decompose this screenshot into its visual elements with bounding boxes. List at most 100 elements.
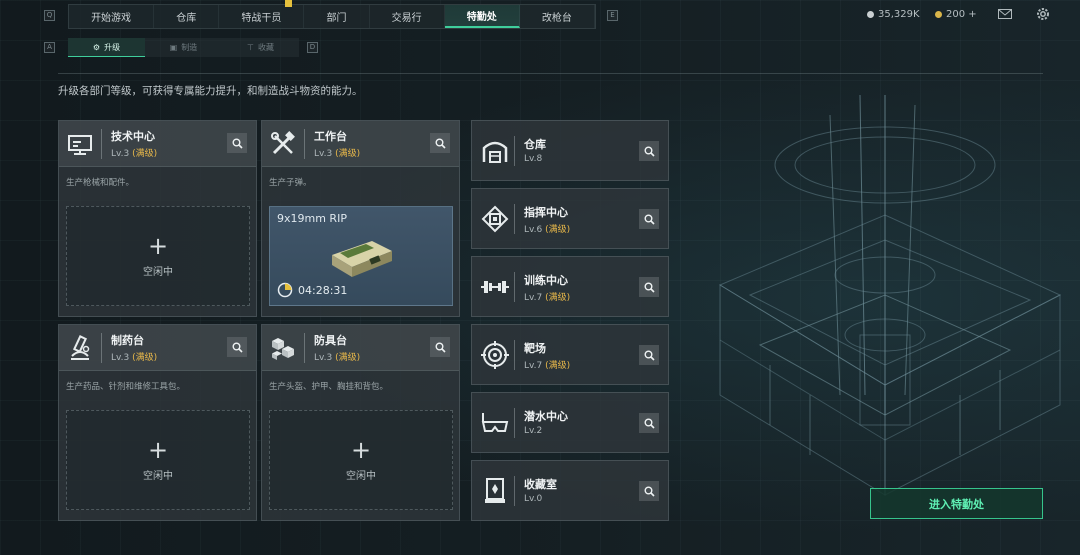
search-icon (644, 146, 655, 157)
dept-diving-center[interactable]: 潜水中心 Lv.2 (471, 392, 669, 453)
tab-start-game[interactable]: 开始游戏 (69, 5, 155, 28)
command-center-icon (481, 205, 509, 233)
subtab-label: 升级 (104, 42, 121, 52)
dept-level: Lv.6 (满级) (524, 222, 570, 235)
card-description: 生产子弹。 (269, 178, 312, 188)
shooting-range-icon (481, 341, 509, 369)
subnav-left-key-hint: A (44, 42, 55, 53)
card-level: Lv.3 (满级) (111, 146, 157, 159)
gear-icon[interactable] (1035, 6, 1051, 22)
dept-title: 仓库 (524, 138, 546, 151)
inspect-button[interactable] (227, 337, 247, 357)
tab-operators[interactable]: 特战干员 (219, 5, 305, 28)
level-value: Lv.3 (314, 353, 333, 363)
subtab-label: 制造 (181, 43, 198, 52)
dept-level: Lv.8 (524, 154, 542, 164)
diving-center-icon (481, 413, 509, 432)
header-separator (514, 136, 515, 166)
card-level: Lv.3 (满级) (314, 350, 360, 363)
silver-currency: 35,329K (867, 9, 920, 20)
inspect-button[interactable] (430, 133, 450, 153)
card-level: Lv.3 (满级) (111, 350, 157, 363)
ammo-box-icon (332, 241, 392, 277)
max-level-tag: (满级) (132, 353, 158, 363)
search-icon (232, 342, 243, 353)
header-separator (514, 476, 515, 506)
dept-warehouse[interactable]: 仓库 Lv.8 (471, 120, 669, 181)
crafting-item-name: 9x19mm RIP (277, 212, 347, 225)
idle-production-slot[interactable]: + 空闲中 (66, 206, 250, 306)
card-workbench[interactable]: 工作台 Lv.3 (满级) 生产子弹。 9x19mm RIP 04:28:31 (261, 120, 460, 317)
inspect-button[interactable] (639, 481, 659, 501)
upgrade-icon: ⚙ (92, 42, 101, 52)
silver-amount: 35,329K (878, 9, 920, 20)
card-title: 制药台 (111, 334, 144, 347)
craft-icon: ▣ (169, 43, 178, 52)
idle-production-slot[interactable]: + 空闲中 (66, 410, 250, 510)
header-separator (101, 333, 102, 363)
dept-collection-room[interactable]: 收藏室 Lv.0 (471, 460, 669, 521)
dept-title: 指挥中心 (524, 206, 568, 219)
inspect-button[interactable] (639, 209, 659, 229)
dept-training-center[interactable]: 训练中心 Lv.7 (满级) (471, 256, 669, 317)
mail-icon[interactable] (998, 9, 1012, 19)
search-icon (435, 138, 446, 149)
tab-warehouse[interactable]: 仓库 (154, 5, 220, 28)
nav-left-key-hint: Q (44, 10, 55, 21)
subtab-craft[interactable]: ▣ 制造 (145, 38, 222, 57)
plus-icon: + (350, 435, 372, 464)
search-icon (644, 282, 655, 293)
dept-level: Lv.7 (满级) (524, 290, 570, 303)
dept-title: 潜水中心 (524, 410, 568, 423)
inspect-button[interactable] (639, 345, 659, 365)
level-value: Lv.2 (524, 426, 543, 436)
card-header: 技术中心 Lv.3 (满级) (59, 121, 256, 167)
header-separator (514, 408, 515, 438)
level-value: Lv.6 (524, 225, 543, 235)
max-level-tag: (满级) (132, 149, 158, 159)
timer-icon (277, 282, 293, 298)
search-icon (644, 418, 655, 429)
inspect-button[interactable] (639, 413, 659, 433)
notification-marker (285, 0, 292, 7)
card-tech-center[interactable]: 技术中心 Lv.3 (满级) 生产枪械和配件。 + 空闲中 (58, 120, 257, 317)
sub-tabs: ⚙ 升级 ▣ 制造 ⊤ 收藏 (68, 38, 300, 57)
dept-shooting-range[interactable]: 靶场 Lv.7 (满级) (471, 324, 669, 385)
inspect-button[interactable] (227, 133, 247, 153)
idle-status: 空闲中 (143, 470, 173, 482)
card-armor-bench[interactable]: 防具台 Lv.3 (满级) 生产头盔、护甲、胸挂和背包。 + 空闲中 (261, 324, 460, 521)
active-production-slot[interactable]: 9x19mm RIP 04:28:31 (269, 206, 453, 306)
hq-wireframe-illustration (718, 95, 1062, 496)
training-center-icon (481, 281, 509, 293)
tab-special-ops[interactable]: 特勤处 (444, 5, 520, 28)
armor-bench-icon (272, 338, 294, 360)
inspect-button[interactable] (430, 337, 450, 357)
subtab-upgrade[interactable]: ⚙ 升级 (68, 38, 145, 57)
idle-status: 空闲中 (143, 266, 173, 278)
subtab-collection[interactable]: ⊤ 收藏 (222, 38, 299, 57)
tab-departments[interactable]: 部门 (304, 5, 370, 28)
level-value: Lv.3 (314, 149, 333, 159)
plus-icon: + (147, 231, 169, 260)
dept-command-center[interactable]: 指挥中心 Lv.6 (满级) (471, 188, 669, 249)
inspect-button[interactable] (639, 277, 659, 297)
card-pharmacy[interactable]: 制药台 Lv.3 (满级) 生产药品、针剂和维修工具包。 + 空闲中 (58, 324, 257, 521)
idle-production-slot[interactable]: + 空闲中 (269, 410, 453, 510)
card-title: 工作台 (314, 130, 347, 143)
enter-special-ops-button[interactable]: 进入特勤处 (870, 488, 1043, 519)
max-level-tag: (满级) (545, 225, 571, 235)
gold-currency[interactable]: 200 + (935, 9, 977, 20)
subnav-right-key-hint: D (307, 42, 318, 53)
search-icon (644, 214, 655, 225)
level-value: Lv.7 (524, 361, 543, 371)
card-title: 技术中心 (111, 130, 155, 143)
search-icon (232, 138, 243, 149)
card-description: 生产药品、针剂和维修工具包。 (66, 382, 186, 392)
tab-gunsmith[interactable]: 改枪台 (520, 5, 595, 28)
intro-text: 升级各部门等级，可获得专属能力提升，和制造战斗物资的能力。 (58, 85, 363, 97)
inspect-button[interactable] (639, 141, 659, 161)
collection-room-icon (485, 478, 505, 503)
tab-trading[interactable]: 交易行 (370, 5, 445, 28)
dept-title: 收藏室 (524, 478, 557, 491)
max-level-tag: (满级) (335, 149, 361, 159)
